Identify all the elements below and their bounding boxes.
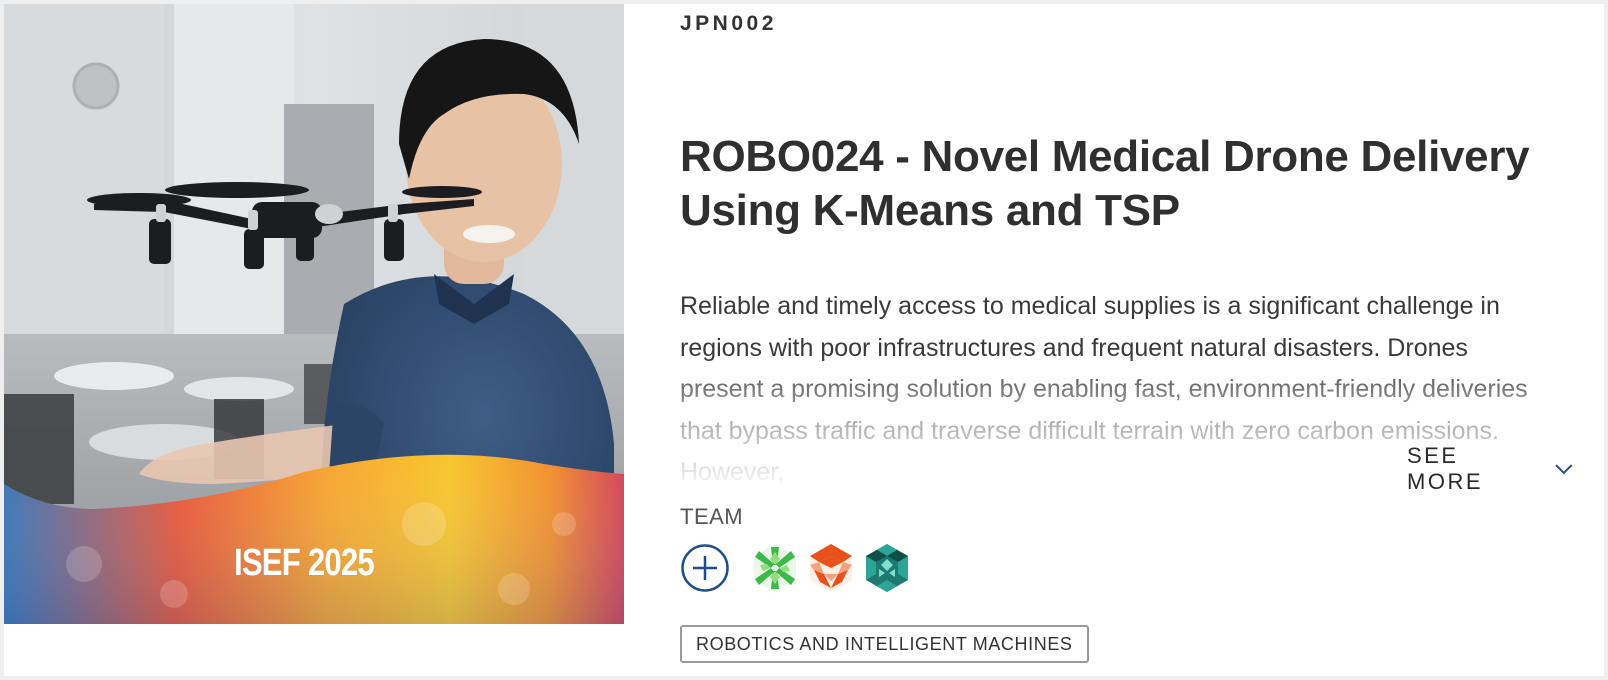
drone-photo-icon xyxy=(4,4,624,624)
orange-triangle-avatar-icon[interactable] xyxy=(806,543,856,593)
project-title: ROBO024 - Novel Medical Drone Delivery U… xyxy=(680,132,1530,235)
project-code: JPN002 xyxy=(680,12,777,35)
chevron-down-icon xyxy=(1555,464,1573,475)
event-badge: ISEF 2025 xyxy=(234,542,375,584)
project-card: ISEF 2025 JPN002 ROBO024 - Novel Medical… xyxy=(4,4,1604,676)
see-more-button[interactable]: SEE MORE xyxy=(1401,443,1580,494)
team-label: TEAM xyxy=(680,504,744,529)
plus-circle-icon[interactable] xyxy=(680,543,730,593)
see-more-label: SEE MORE xyxy=(1407,443,1483,494)
category-tag[interactable]: ROBOTICS AND INTELLIGENT MACHINES xyxy=(680,625,1089,663)
teal-hexagon-avatar-icon[interactable] xyxy=(862,543,912,593)
project-hero-image[interactable] xyxy=(4,4,624,624)
team-members xyxy=(680,542,912,594)
green-asterisk-avatar-icon[interactable] xyxy=(750,543,800,593)
project-details: JPN002 ROBO024 - Novel Medical Drone Del… xyxy=(680,4,1580,676)
